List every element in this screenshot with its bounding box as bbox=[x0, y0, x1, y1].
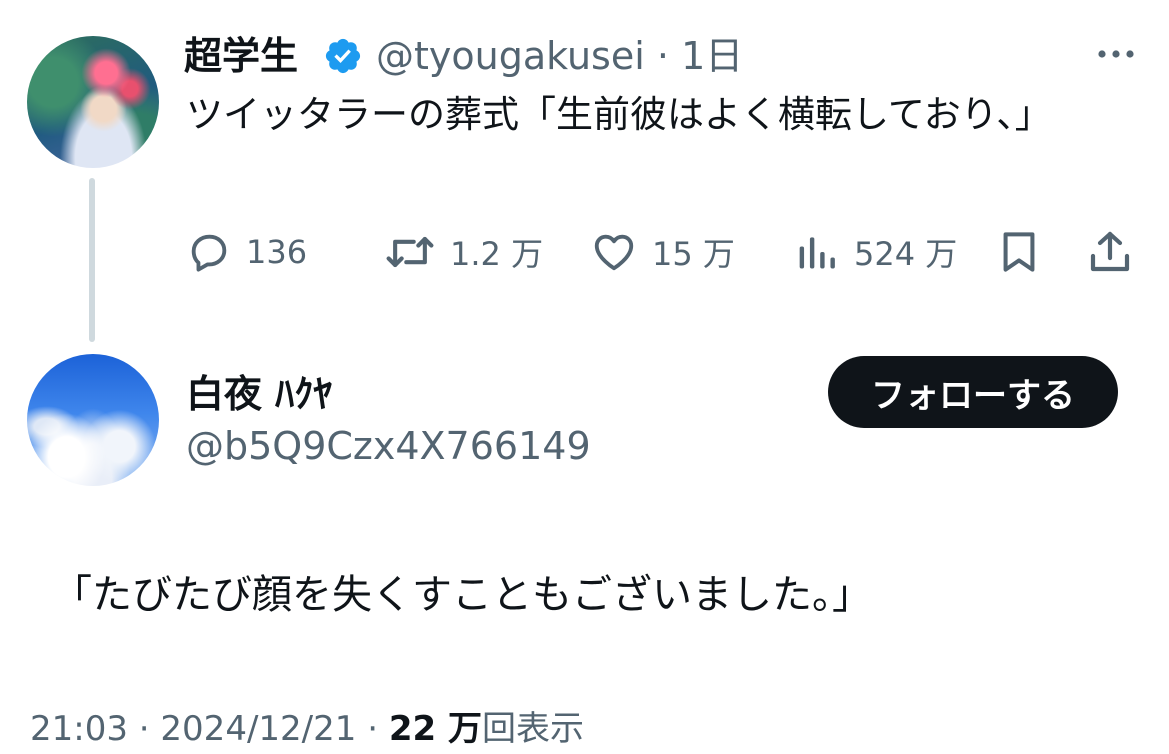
time-ago[interactable]: 1日 bbox=[681, 34, 743, 78]
reply-count: 136 bbox=[246, 233, 308, 271]
reply-icon bbox=[191, 234, 227, 272]
views-icon bbox=[799, 237, 835, 269]
share-icon bbox=[1090, 231, 1130, 272]
separator-dot: · bbox=[656, 34, 669, 78]
thread-line bbox=[89, 178, 95, 342]
reply-button[interactable]: 136 bbox=[186, 224, 307, 280]
reply-tweet-text: 「たびたび顔を失くすこともございました。」 bbox=[52, 572, 872, 618]
like-icon bbox=[594, 234, 634, 271]
author-handle-line: @tyougakusei · 1日 bbox=[376, 30, 743, 82]
tweet-text: ツイッタラーの葬式「生前彼はよく横転しており、」 bbox=[186, 93, 1052, 136]
views-total: 22 万 bbox=[388, 709, 482, 749]
bookmark-icon bbox=[1003, 232, 1035, 272]
reply-author-avatar[interactable] bbox=[27, 354, 159, 486]
author-name[interactable]: 超学生 bbox=[184, 30, 298, 82]
views-count: 524 万 bbox=[854, 235, 958, 273]
author-avatar[interactable] bbox=[27, 36, 159, 168]
reply-author-name[interactable]: 白夜 ﾊｸﾔ bbox=[186, 368, 332, 420]
retweet-button[interactable]: 1.2 万 bbox=[384, 224, 543, 280]
share-button[interactable] bbox=[1086, 224, 1134, 280]
follow-button[interactable]: フォローする bbox=[828, 356, 1118, 428]
tweet-meta: 21:03 · 2024/12/21 · 22 万回表示 bbox=[30, 704, 584, 754]
retweet-icon bbox=[386, 236, 434, 268]
retweet-count: 1.2 万 bbox=[450, 235, 544, 273]
separator-dot: · bbox=[138, 709, 150, 749]
views-label: 回表示 bbox=[481, 709, 584, 749]
views-button[interactable]: 524 万 bbox=[796, 224, 957, 280]
bookmark-button[interactable] bbox=[996, 224, 1042, 280]
author-handle[interactable]: @tyougakusei bbox=[376, 34, 645, 78]
reply-author-handle[interactable]: @b5Q9Czx4X766149 bbox=[186, 420, 591, 472]
tweet-time[interactable]: 21:03 bbox=[30, 709, 128, 749]
separator-dot: · bbox=[367, 709, 379, 749]
like-button[interactable]: 15 万 bbox=[590, 224, 735, 280]
like-count: 15 万 bbox=[652, 235, 735, 273]
verified-badge-icon bbox=[325, 38, 361, 74]
tweet-date[interactable]: 2024/12/21 bbox=[160, 709, 356, 749]
more-icon[interactable] bbox=[1094, 42, 1138, 66]
